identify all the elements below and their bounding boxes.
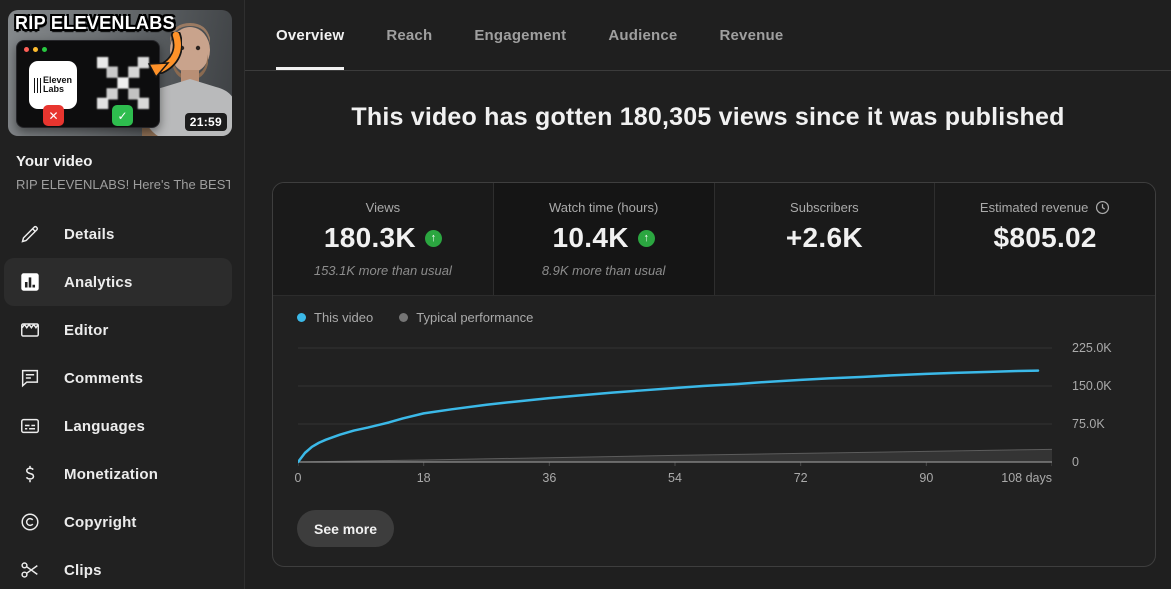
metric-estimated-revenue[interactable]: Estimated revenue $805.02 xyxy=(934,183,1155,295)
y-axis-label: 0 xyxy=(1072,455,1079,469)
thumbnail-overlay-title: RIP ELEVENLABS xyxy=(15,13,175,34)
views-line-chart xyxy=(298,341,1052,467)
views-comparison: 153.1K more than usual xyxy=(314,263,452,278)
sidebar-item-clips[interactable]: Clips xyxy=(4,546,232,589)
revenue-value: $805.02 xyxy=(993,222,1096,254)
y-axis-label: 75.0K xyxy=(1072,417,1105,431)
key-metrics-row: Views 180.3K ↑ 153.1K more than usual Wa… xyxy=(273,183,1155,296)
sidebar-item-copyright[interactable]: Copyright xyxy=(4,498,232,546)
metric-views[interactable]: Views 180.3K ↑ 153.1K more than usual xyxy=(273,183,493,295)
video-thumbnail[interactable]: Eleven Labs ✕ ✓ RIP ELEVENLABS 2 xyxy=(8,10,232,136)
your-video-label: Your video xyxy=(16,153,244,171)
trend-up-icon: ↑ xyxy=(638,230,655,247)
views-value: 180.3K xyxy=(324,222,416,254)
captions-icon xyxy=(18,414,42,438)
check-mark-badge: ✓ xyxy=(112,105,133,126)
subscribers-value: +2.6K xyxy=(786,222,863,254)
x-axis-label: 54 xyxy=(668,471,682,485)
x-axis-label: 108 days xyxy=(1001,471,1052,485)
trend-up-icon: ↑ xyxy=(425,230,442,247)
legend-typical-performance: Typical performance xyxy=(399,310,533,325)
x-axis-label: 0 xyxy=(295,471,302,485)
sidebar-item-comments[interactable]: Comments xyxy=(4,354,232,402)
film-editor-icon xyxy=(18,318,42,342)
thumbnail-app-window: Eleven Labs ✕ ✓ xyxy=(16,40,160,128)
sidebar-menu: Details Analytics Editor Comments xyxy=(0,210,244,589)
tab-reach[interactable]: Reach xyxy=(386,0,432,70)
sidebar-item-editor[interactable]: Editor xyxy=(4,306,232,354)
tab-revenue[interactable]: Revenue xyxy=(719,0,783,70)
x-axis-labels: 0 18 36 54 72 90 108 days xyxy=(298,471,1052,487)
watch-time-comparison: 8.9K more than usual xyxy=(542,263,666,278)
scissors-icon xyxy=(18,558,42,582)
metric-watch-time[interactable]: Watch time (hours) 10.4K ↑ 8.9K more tha… xyxy=(493,183,714,295)
copyright-icon xyxy=(18,510,42,534)
elevenlabs-bars-icon xyxy=(34,78,41,93)
chart-legend: This video Typical performance xyxy=(297,310,533,325)
views-headline: This video has gotten 180,305 views sinc… xyxy=(245,99,1171,135)
y-axis-label: 225.0K xyxy=(1072,341,1112,355)
tab-audience[interactable]: Audience xyxy=(608,0,677,70)
analytics-tabs: Overview Reach Engagement Audience Reven… xyxy=(245,0,1171,71)
pencil-icon xyxy=(18,222,42,246)
metric-subscribers[interactable]: Subscribers +2.6K xyxy=(714,183,935,295)
sidebar-item-languages[interactable]: Languages xyxy=(4,402,232,450)
sidebar-item-analytics[interactable]: Analytics xyxy=(4,258,232,306)
typical-performance-dot xyxy=(399,313,408,322)
see-more-button[interactable]: See more xyxy=(297,510,394,547)
this-video-dot xyxy=(297,313,306,322)
dollar-icon xyxy=(18,462,42,486)
x-axis-label: 72 xyxy=(794,471,808,485)
x-pixelated-logo xyxy=(97,57,149,109)
legend-this-video: This video xyxy=(297,310,373,325)
tab-engagement[interactable]: Engagement xyxy=(474,0,566,70)
x-axis-label: 18 xyxy=(417,471,431,485)
sidebar: Eleven Labs ✕ ✓ RIP ELEVENLABS 2 xyxy=(0,0,245,589)
x-axis-label: 90 xyxy=(919,471,933,485)
x-axis-label: 36 xyxy=(542,471,556,485)
tab-overview[interactable]: Overview xyxy=(276,0,344,70)
sidebar-item-monetization[interactable]: Monetization xyxy=(4,450,232,498)
watch-time-value: 10.4K xyxy=(553,222,629,254)
sidebar-item-details[interactable]: Details xyxy=(4,210,232,258)
x-mark-badge: ✕ xyxy=(43,105,64,126)
video-duration-badge: 21:59 xyxy=(185,113,227,131)
analytics-card: Views 180.3K ↑ 153.1K more than usual Wa… xyxy=(272,182,1156,567)
window-traffic-lights xyxy=(24,47,47,52)
y-axis-label: 150.0K xyxy=(1072,379,1112,393)
youtube-studio-analytics: Eleven Labs ✕ ✓ RIP ELEVENLABS 2 xyxy=(0,0,1171,589)
clock-icon xyxy=(1095,200,1110,215)
video-title: RIP ELEVENLABS! Here's The BEST … xyxy=(16,177,230,193)
elevenlabs-logo: Eleven Labs xyxy=(29,61,77,109)
comment-icon xyxy=(18,366,42,390)
orange-arrow-icon xyxy=(144,32,182,78)
main-content: Overview Reach Engagement Audience Reven… xyxy=(245,0,1171,589)
bar-chart-icon xyxy=(18,270,42,294)
